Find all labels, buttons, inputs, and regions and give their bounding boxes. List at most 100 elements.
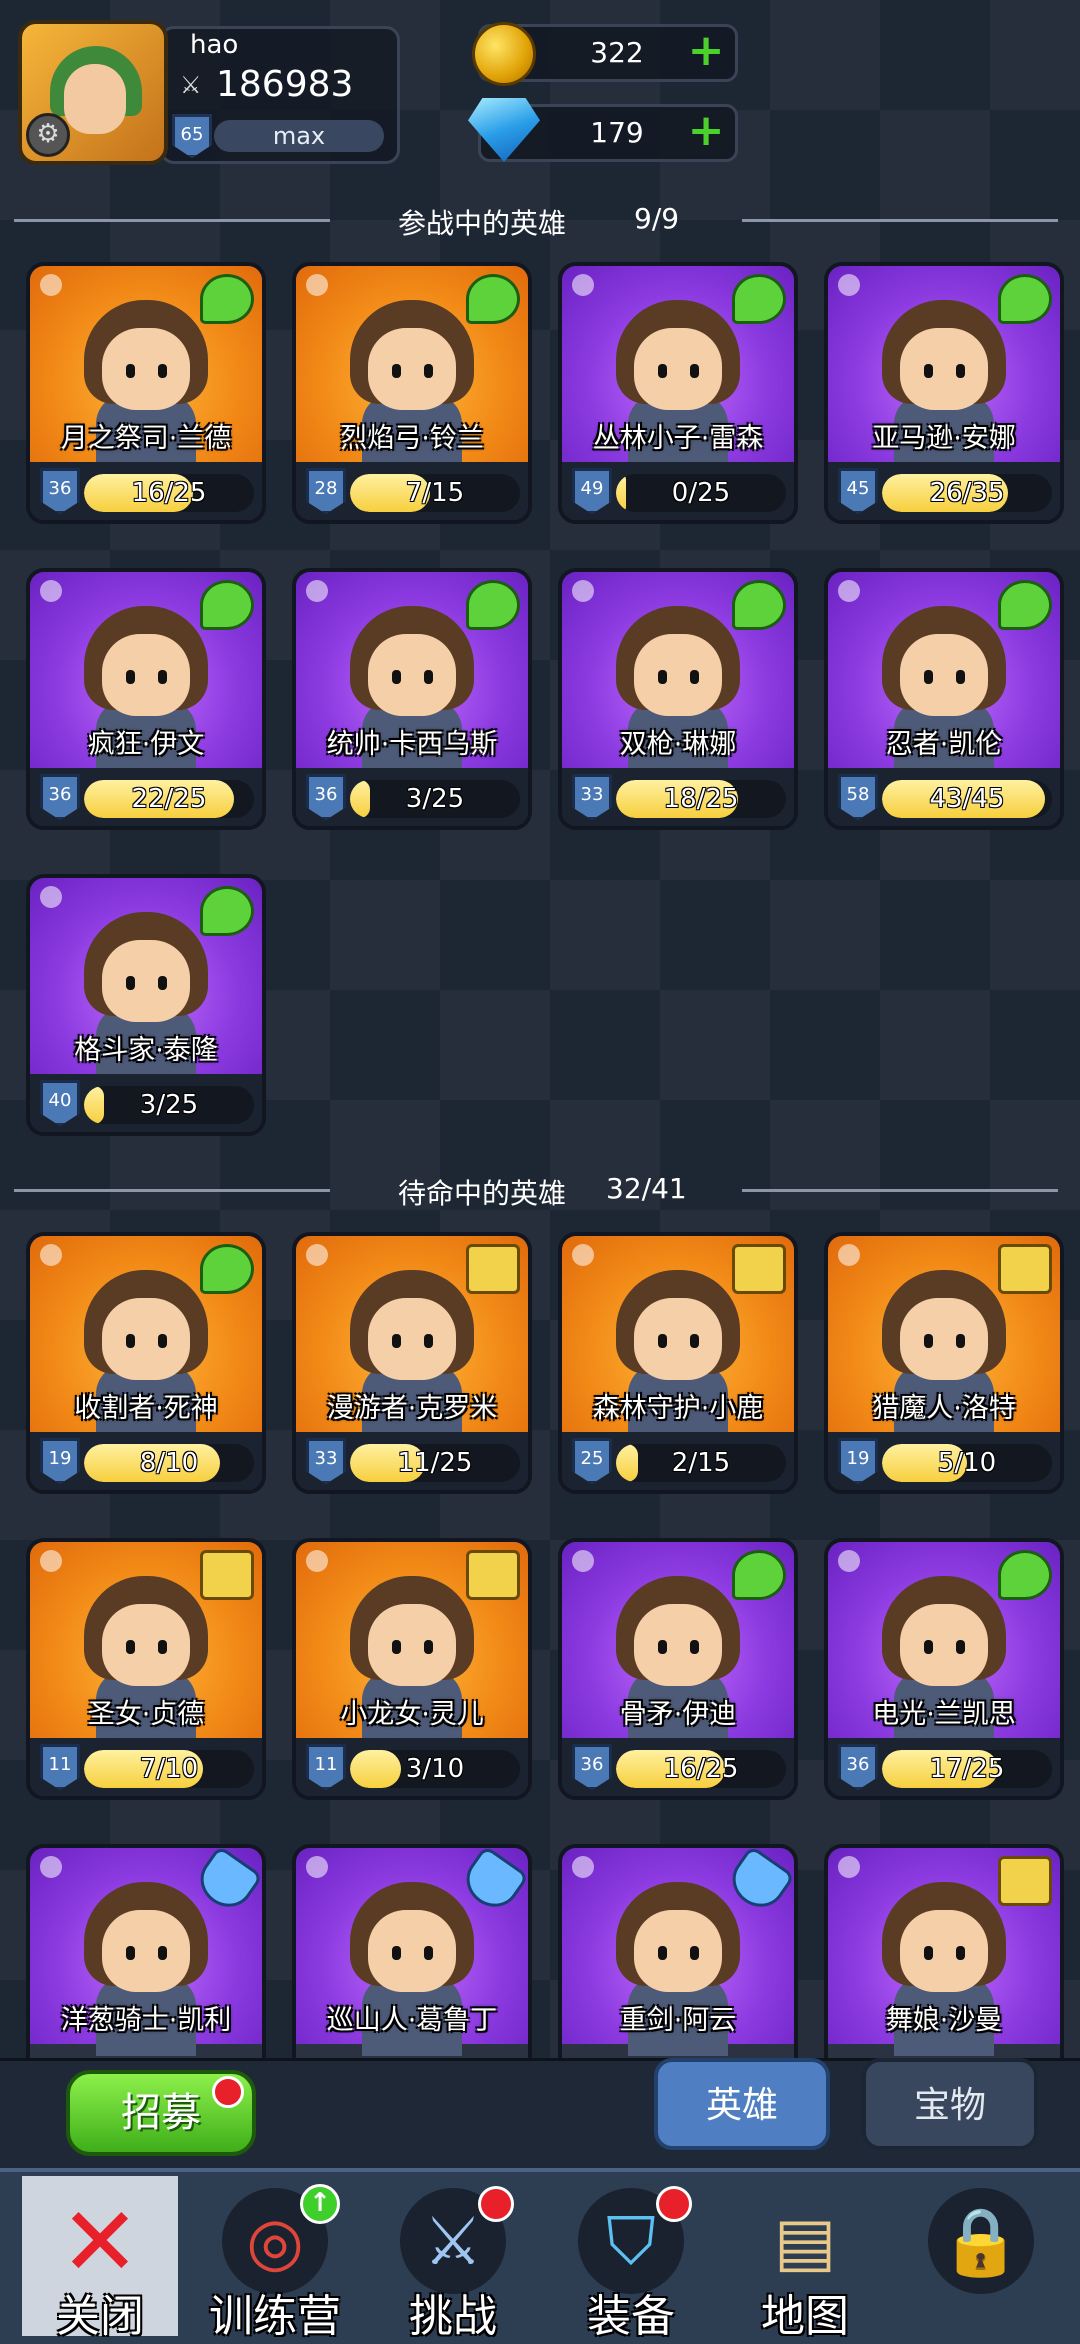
nav-map[interactable]: ▤ 地图 [730, 2176, 880, 2342]
fragment-progress-bar: 26/35 [882, 474, 1052, 512]
hero-name: 电光·兰凯思 [872, 1699, 1016, 1730]
hero-card[interactable]: 小龙女·灵儿 11 3/10 [292, 1538, 532, 1800]
hero-face [102, 1910, 190, 1992]
hero-card[interactable]: 骨矛·伊迪 36 16/25 [558, 1538, 798, 1800]
nav-challenge[interactable]: ⚔ 挑战 [378, 2176, 528, 2342]
hero-card[interactable]: 电光·兰凯思 36 17/25 [824, 1538, 1064, 1800]
nav-equipment[interactable]: ⛉ 装备 [556, 2176, 706, 2342]
hero-name: 漫游者·克罗米 [326, 1393, 498, 1424]
hero-face [900, 1910, 988, 1992]
hero-eye [924, 1946, 933, 1960]
hero-card[interactable]: 烈焰弓·铃兰 28 7/15 [292, 262, 532, 524]
skill-book-icon [466, 1550, 520, 1600]
wing-icon [200, 580, 254, 630]
wing-icon [998, 274, 1052, 324]
hero-eye [126, 364, 135, 378]
equipment-notification-dot [656, 2186, 692, 2222]
close-icon: ✕ [59, 2186, 141, 2298]
player-name: hao [190, 30, 239, 60]
add-gems-button[interactable]: + [686, 109, 726, 153]
card-shine [40, 1856, 62, 1878]
hero-name: 小龙女·灵儿 [340, 1699, 484, 1730]
potion-icon [722, 1848, 794, 1917]
fragment-progress-bar: 7/10 [84, 1750, 254, 1788]
hero-face [368, 634, 456, 716]
settings-gear-icon[interactable]: ⚙ [26, 113, 70, 157]
hero-eye [658, 1640, 667, 1654]
tab-heroes[interactable]: 英雄 [654, 2058, 830, 2150]
fragment-count: 3/25 [405, 784, 465, 814]
wing-icon [732, 1550, 786, 1600]
hero-card[interactable]: 漫游者·克罗米 33 11/25 [292, 1232, 532, 1494]
hero-eye [690, 1946, 699, 1960]
hero-name: 烈焰弓·铃兰 [340, 423, 484, 454]
add-gold-button[interactable]: + [686, 29, 726, 73]
hero-face [102, 940, 190, 1022]
nav-training-camp[interactable]: ◎ ↑ 训练营 [200, 2176, 350, 2342]
wing-icon [200, 274, 254, 324]
reserve-heroes-title: 待命中的英雄 [398, 1177, 567, 1210]
hero-card[interactable]: 忍者·凯伦 58 43/45 [824, 568, 1064, 830]
fragment-count: 43/45 [929, 784, 1005, 814]
hero-card[interactable]: 圣女·贞德 11 7/10 [26, 1538, 266, 1800]
fragment-count: 5/10 [937, 1448, 997, 1478]
hero-face [900, 634, 988, 716]
hero-card[interactable]: 疯狂·伊文 36 22/25 [26, 568, 266, 830]
hero-card[interactable]: 亚马逊·安娜 45 26/35 [824, 262, 1064, 524]
section-divider-right [742, 219, 1058, 222]
wing-icon [200, 1244, 254, 1294]
wing-icon [998, 1550, 1052, 1600]
fragment-progress-bar: 3/25 [350, 780, 520, 818]
card-shine [306, 274, 328, 296]
hero-card[interactable]: 月之祭司·兰德 36 16/25 [26, 262, 266, 524]
card-shine [572, 1244, 594, 1266]
card-shine [40, 1244, 62, 1266]
hero-eye [690, 670, 699, 684]
hero-eye [392, 1334, 401, 1348]
hero-name: 疯狂·伊文 [87, 729, 205, 760]
hero-card[interactable]: 统帅·卡西乌斯 36 3/25 [292, 568, 532, 830]
hero-eye [392, 364, 401, 378]
hero-name: 亚马逊·安娜 [872, 423, 1016, 454]
fragment-count: 11/25 [397, 1448, 473, 1478]
avatar-face [64, 64, 126, 134]
fragment-count: 3/10 [405, 1754, 465, 1784]
hero-eye [658, 1946, 667, 1960]
fragment-progress-bar: 8/10 [84, 1444, 254, 1482]
hero-card[interactable]: 格斗家·泰隆 40 3/25 [26, 874, 266, 1136]
hero-card[interactable]: 丛林小子·雷森 49 0/25 [558, 262, 798, 524]
hero-name: 忍者·凯伦 [885, 729, 1003, 760]
card-shine [838, 580, 860, 602]
fragment-progress-bar: 43/45 [882, 780, 1052, 818]
hero-face [634, 328, 722, 410]
hero-card[interactable]: 猎魔人·洛特 19 5/10 [824, 1232, 1064, 1494]
hero-face [368, 1298, 456, 1380]
potion-icon [456, 1848, 528, 1917]
skill-book-icon [200, 1550, 254, 1600]
hero-face [900, 1604, 988, 1686]
card-shine [306, 1856, 328, 1878]
hero-card[interactable]: 双枪·琳娜 33 18/25 [558, 568, 798, 830]
nav-close[interactable]: ✕ 关闭 [25, 2176, 175, 2342]
tab-treasure[interactable]: 宝物 [862, 2058, 1038, 2150]
player-avatar[interactable]: ⚙ [18, 20, 168, 165]
hero-card[interactable]: 收割者·死神 19 8/10 [26, 1232, 266, 1494]
hero-eye [126, 1334, 135, 1348]
fragment-count: 2/15 [671, 1448, 731, 1478]
fragment-progress-bar: 5/10 [882, 1444, 1052, 1482]
hero-face [102, 634, 190, 716]
challenge-notification-dot [478, 2186, 514, 2222]
nav-close-label: 关闭 [56, 2291, 144, 2342]
nav-locked[interactable]: 🔒 [906, 2176, 1056, 2338]
power-sword-icon: ⚔ [180, 71, 202, 99]
map-icon: ▤ [773, 2203, 837, 2280]
hero-eye [956, 1334, 965, 1348]
hero-eye [956, 1946, 965, 1960]
hero-face [634, 1910, 722, 1992]
hero-eye [690, 1334, 699, 1348]
hero-card[interactable]: 森林守护·小鹿 25 2/15 [558, 1232, 798, 1494]
nav-training-label: 训练营 [209, 2291, 341, 2342]
hero-eye [392, 1640, 401, 1654]
active-heroes-title: 参战中的英雄 [398, 207, 567, 240]
player-exp-bar: max [214, 120, 384, 152]
